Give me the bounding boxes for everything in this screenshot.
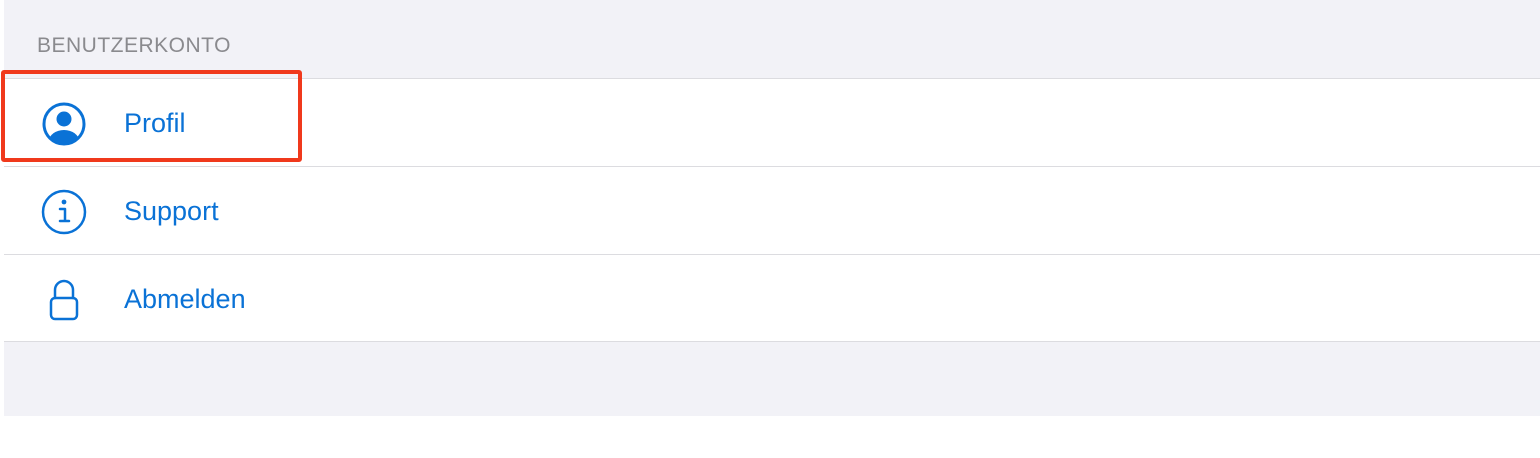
- person-circle-icon: [40, 100, 88, 148]
- menu-item-abmelden[interactable]: Abmelden: [4, 255, 1540, 343]
- section-header: BENUTZERKONTO: [37, 34, 231, 57]
- settings-screen: BENUTZERKONTO Profil Support Abmelden: [0, 0, 1540, 458]
- menu-item-label: Support: [124, 196, 219, 226]
- lock-icon: [40, 276, 88, 324]
- settings-panel: BENUTZERKONTO Profil Support Abmelden: [4, 0, 1540, 416]
- menu-item-support[interactable]: Support: [4, 167, 1540, 255]
- menu-item-label: Profil: [124, 108, 186, 138]
- menu-item-profil[interactable]: Profil: [4, 79, 1540, 167]
- menu-item-label: Abmelden: [124, 284, 246, 314]
- info-circle-icon: [40, 188, 88, 236]
- account-menu-group: Profil Support Abmelden: [4, 78, 1540, 342]
